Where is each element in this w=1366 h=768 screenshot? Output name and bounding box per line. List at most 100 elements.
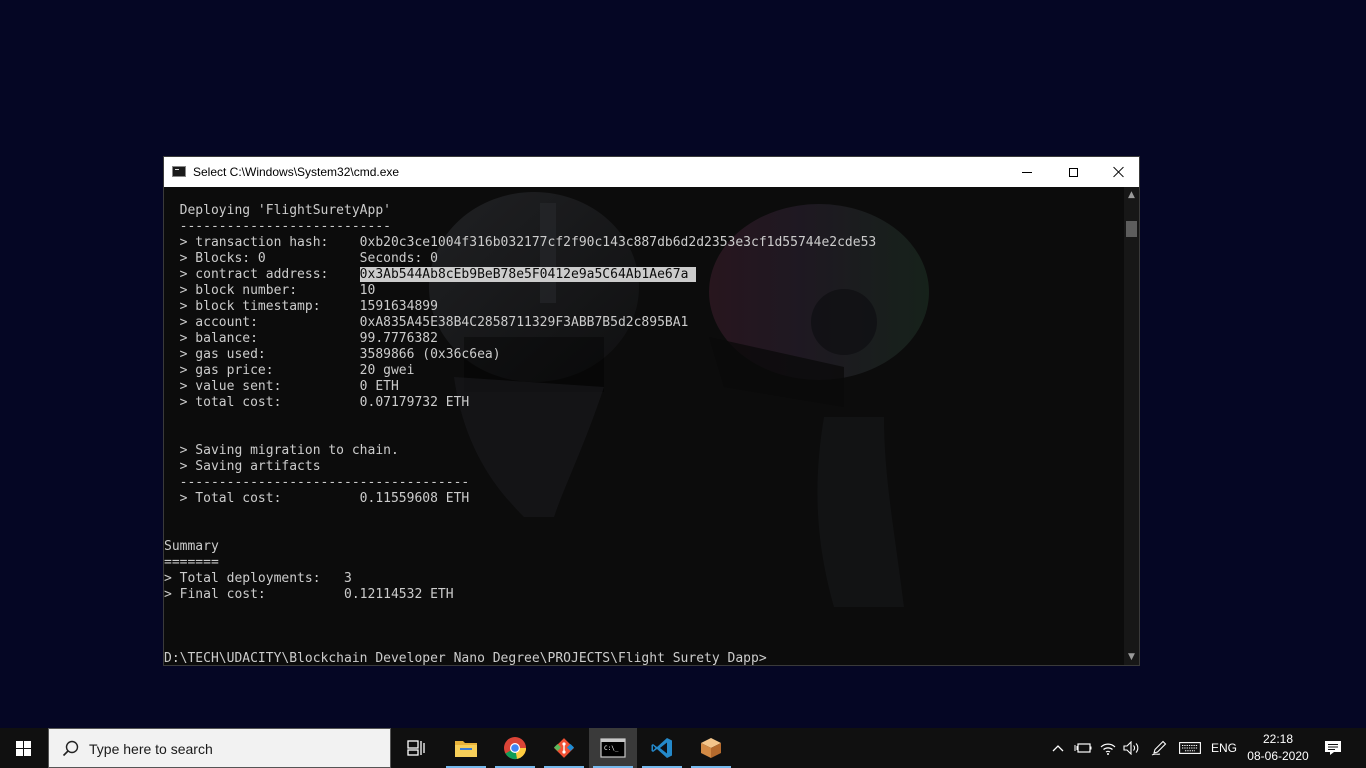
console-line-text: > block timestamp: 1591634899 (164, 299, 438, 314)
pen-icon (1151, 740, 1167, 756)
taskbar-git[interactable] (540, 728, 588, 768)
pen-workspace-button[interactable] (1148, 728, 1170, 768)
task-view-button[interactable] (392, 728, 440, 768)
task-view-icon (407, 740, 425, 756)
console-line: > Blocks: 0 Seconds: 0 (164, 251, 876, 267)
cmd-icon (172, 166, 186, 177)
taskbar-package-app[interactable] (687, 728, 735, 768)
console-line-text: > Total cost: 0.11559608 ETH (164, 491, 470, 506)
console-line: Deploying 'FlightSuretyApp' (164, 203, 876, 219)
console-line-text: > Final cost: 0.12114532 ETH (164, 587, 454, 602)
chevron-up-icon (1052, 745, 1064, 752)
clock-date: 08-06-2020 (1247, 749, 1309, 763)
start-button[interactable] (0, 728, 48, 768)
scroll-down-arrow-icon[interactable]: ▼ (1124, 649, 1139, 665)
console-line: > Final cost: 0.12114532 ETH (164, 587, 876, 603)
console-line: > Total cost: 0.11559608 ETH (164, 491, 876, 507)
console-line-text: Summary (164, 539, 219, 554)
console-line: > account: 0xA835A45E38B4C2858711329F3AB… (164, 315, 876, 331)
taskbar-chrome[interactable] (491, 728, 539, 768)
vertical-scrollbar[interactable]: ▲ ▼ (1124, 187, 1139, 665)
speaker-icon (1123, 741, 1139, 755)
console-line-text: > gas used: 3589866 (0x36c6ea) (164, 347, 501, 362)
console-line-text: > block number: 10 (164, 283, 376, 298)
console-line-text: > account: 0xA835A45E38B4C2858711329F3AB… (164, 315, 689, 330)
folder-icon (455, 741, 477, 757)
keyboard-icon (1179, 742, 1201, 754)
scroll-thumb[interactable] (1126, 221, 1137, 237)
console-line: > value sent: 0 ETH (164, 379, 876, 395)
volume-tray-button[interactable] (1121, 728, 1143, 768)
taskbar-file-explorer[interactable] (442, 728, 490, 768)
search-box[interactable]: Type here to search (48, 728, 391, 768)
window-titlebar[interactable]: Select C:\Windows\System32\cmd.exe (164, 157, 1139, 187)
taskbar-vscode[interactable] (638, 728, 686, 768)
vscode-icon (651, 738, 672, 758)
console-line-text: Deploying 'FlightSuretyApp' (164, 203, 391, 218)
console-line-text: > Blocks: 0 Seconds: 0 (164, 251, 438, 266)
console-line: > transaction hash: 0xb20c3ce1004f316b03… (164, 235, 877, 251)
console-line: > total cost: 0.07179732 ETH (164, 395, 876, 411)
console-line: > balance: 99.7776382 (164, 331, 876, 347)
console-line: > Saving migration to chain. (164, 443, 876, 459)
console-line-text: > Saving artifacts (164, 459, 321, 474)
minimize-icon (1022, 171, 1032, 173)
console-line: > contract address: 0x3Ab544Ab8cEb9BeB78… (164, 267, 876, 283)
selected-contract-address[interactable]: 0x3Ab544Ab8cEb9BeB78e5F0412e9a5C64Ab1Ae6… (359, 267, 697, 282)
search-icon (62, 740, 79, 757)
cmd-window[interactable]: Select C:\Windows\System32\cmd.exe Deplo… (163, 156, 1140, 666)
notification-icon (1325, 741, 1341, 755)
console-line-text: > Saving migration to chain. (164, 443, 399, 458)
console-line: > Total deployments: 3 (164, 571, 876, 587)
console-line: ------------------------------------- (164, 475, 876, 491)
touch-keyboard-button[interactable] (1177, 728, 1203, 768)
clock-time: 22:18 (1262, 732, 1294, 746)
console-line-text: > gas price: 20 gwei (164, 363, 415, 378)
wifi-icon (1100, 743, 1116, 755)
console-line-text: ------------------------------------- (164, 475, 470, 490)
console-line: > Saving artifacts (164, 459, 876, 475)
close-button[interactable] (1096, 157, 1142, 187)
console-text: Deploying 'FlightSuretyApp' ------------… (164, 203, 876, 665)
taskbar: Type here to search C:\_ ENG 22:18 08-06… (0, 728, 1366, 768)
taskbar-cmd[interactable]: C:\_ (589, 728, 637, 768)
console-line: D:\TECH\UDACITY\Blockchain Developer Nan… (164, 651, 876, 665)
console-line-text: > balance: 99.7776382 (164, 331, 438, 346)
minimize-button[interactable] (1004, 157, 1050, 187)
chrome-icon (504, 737, 526, 760)
console-line: --------------------------- (164, 219, 876, 235)
console-line-text: D:\TECH\UDACITY\Blockchain Developer Nan… (164, 651, 767, 665)
action-center-button[interactable] (1318, 728, 1348, 768)
console-line: > gas price: 20 gwei (164, 363, 876, 379)
console-line: ======= (164, 555, 876, 571)
scroll-up-arrow-icon[interactable]: ▲ (1124, 187, 1139, 203)
battery-tray-button[interactable] (1072, 728, 1094, 768)
show-hidden-icons-button[interactable] (1048, 728, 1068, 768)
box-icon (701, 738, 721, 758)
window-title: Select C:\Windows\System32\cmd.exe (193, 165, 400, 179)
network-tray-button[interactable] (1097, 728, 1119, 768)
input-language[interactable]: ENG (1208, 728, 1240, 768)
console-line-text: > transaction hash: 0xb20c3ce1004f316b03… (164, 235, 877, 250)
console-line-text: > total cost: 0.07179732 ETH (164, 395, 470, 410)
console-line-text: > value sent: 0 ETH (164, 379, 399, 394)
close-icon (1113, 166, 1125, 178)
search-placeholder: Type here to search (89, 741, 213, 757)
clock[interactable]: 22:18 08-06-2020 (1238, 731, 1318, 765)
maximize-button[interactable] (1050, 157, 1096, 187)
svg-text:C:\_: C:\_ (604, 745, 619, 752)
console-line: Summary (164, 539, 876, 555)
console-output[interactable]: Deploying 'FlightSuretyApp' ------------… (164, 187, 1124, 665)
terminal-icon: C:\_ (600, 738, 626, 758)
git-icon (553, 738, 575, 758)
console-line: > block number: 10 (164, 283, 876, 299)
console-line: > block timestamp: 1591634899 (164, 299, 876, 315)
maximize-icon (1068, 167, 1078, 177)
console-line-text: ======= (164, 555, 219, 570)
